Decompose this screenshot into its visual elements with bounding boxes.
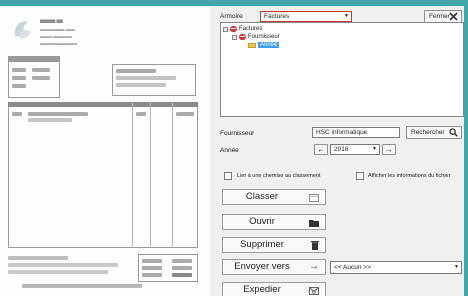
- tree-item-fournisseur[interactable]: − Fournisseur: [232, 33, 280, 41]
- line-items-table: [8, 102, 198, 248]
- table-column-divider: [150, 102, 151, 248]
- blurred-address: ▃▃▃▃▃▃▃▃ ▃▃▃: [40, 26, 75, 31]
- fournisseur-value: HSC informatique: [316, 129, 368, 136]
- annee-value: 2016: [334, 146, 349, 153]
- next-year-button[interactable]: →: [382, 144, 396, 155]
- document-preview[interactable]: ▆▆▆▆▆ ▆▆ ▃▃▃▃▃▃▃▃ ▃▃▃ ▃▃▃▃ ▃▃▃▃▃▃ ▃▃▃▃▃▃…: [0, 6, 210, 296]
- fournisseur-label: Fournisseur: [220, 130, 255, 137]
- blurred-field: [116, 76, 176, 80]
- chevron-down-icon: ▼: [372, 146, 377, 152]
- red-drawer-icon: [239, 34, 246, 40]
- arrow-right-icon: →: [309, 261, 319, 272]
- chevron-down-icon: ▼: [454, 264, 459, 270]
- close-label: Fermer: [429, 13, 450, 20]
- invoice-page: ▆▆▆▆▆ ▆▆ ▃▃▃▃▃▃▃▃ ▃▃▃ ▃▃▃▃ ▃▃▃▃▃▃ ▃▃▃▃▃▃…: [0, 6, 210, 296]
- link-chemise-label: Lier à une chemise au classement: [237, 173, 321, 179]
- tree-item-label: Factures: [239, 26, 263, 32]
- blurred-address: ▃▃▃▃▃▃▃▃▃▃▃▃: [40, 40, 77, 45]
- classify-panel: Armoire Factures ▼ Fermer − Factures − F…: [210, 6, 464, 296]
- blurred-field: [172, 259, 192, 263]
- document-icon: [309, 194, 319, 202]
- blurred-field: [32, 76, 50, 80]
- supprimer-label: Supprimer: [240, 239, 284, 250]
- ouvrir-button[interactable]: Ouvrir: [222, 214, 326, 230]
- classer-label: Classer: [245, 191, 279, 202]
- folder-icon: [248, 42, 256, 48]
- window-frame-right: [464, 0, 468, 296]
- show-info-label: Afficher les informations du fichier: [368, 173, 451, 179]
- armoire-select[interactable]: Factures ▼: [260, 11, 352, 22]
- table-column-divider: [132, 102, 133, 248]
- trash-icon: [311, 241, 319, 250]
- tree-item-annee[interactable]: Année: [248, 41, 280, 49]
- folder-tree[interactable]: − Factures − Fournisseur Année: [220, 22, 464, 117]
- envoyer-label: Envoyer vers: [234, 261, 290, 272]
- ouvrir-label: Ouvrir: [249, 216, 275, 227]
- blurred-field: [172, 273, 192, 277]
- invoice-info-header: [8, 56, 60, 62]
- blurred-field: [172, 266, 192, 270]
- tree-item-factures[interactable]: − Factures: [223, 25, 262, 33]
- blurred-address: ▃▃▃▃ ▃▃▃▃▃▃: [40, 33, 72, 38]
- blurred-field: [136, 112, 146, 116]
- previous-year-button[interactable]: ←: [314, 144, 328, 155]
- blurred-field: [142, 266, 162, 270]
- company-logo-icon: [15, 21, 31, 39]
- blurred-field: [28, 118, 72, 122]
- expedier-label: Expedier: [243, 284, 281, 295]
- expedier-button[interactable]: Expedier: [222, 282, 326, 296]
- search-button[interactable]: Rechercher: [406, 126, 462, 139]
- arrow-right-icon: →: [385, 145, 393, 154]
- blurred-field: [12, 76, 26, 80]
- arrow-left-icon: ←: [317, 145, 325, 154]
- link-chemise-checkbox[interactable]: [224, 172, 232, 180]
- tree-item-label: Fournisseur: [248, 34, 280, 40]
- blurred-field: [12, 84, 26, 88]
- blurred-field: [28, 112, 88, 116]
- envelope-icon: [309, 287, 319, 295]
- annee-label: Année: [220, 147, 239, 154]
- supprimer-button[interactable]: Supprimer: [222, 237, 326, 253]
- blurred-field: [12, 68, 26, 72]
- blurred-company-name: ▆▆▆▆▆ ▆▆: [40, 18, 63, 23]
- blurred-field: [142, 259, 162, 263]
- blurred-field: [8, 256, 68, 260]
- table-header: [8, 102, 198, 107]
- red-drawer-icon: [230, 26, 237, 32]
- blurred-footer: [22, 284, 142, 288]
- fournisseur-input[interactable]: HSC informatique: [312, 127, 400, 138]
- show-info-checkbox[interactable]: [356, 172, 364, 180]
- armoire-label: Armoire: [220, 13, 243, 20]
- search-icon: [449, 128, 458, 137]
- blurred-field: [8, 270, 108, 274]
- blurred-field: [176, 112, 194, 116]
- classer-button[interactable]: Classer: [222, 189, 326, 205]
- envoyer-target-select[interactable]: << Aucun >> ▼: [330, 261, 462, 274]
- tree-item-label: Année: [258, 42, 280, 48]
- blurred-field: [116, 83, 166, 87]
- chevron-down-icon: ▼: [344, 13, 349, 19]
- annee-select[interactable]: 2016 ▼: [330, 144, 380, 155]
- collapse-icon[interactable]: −: [232, 34, 237, 40]
- close-icon: [449, 12, 458, 21]
- envoyer-target-value: << Aucun >>: [334, 264, 371, 271]
- table-column-divider: [172, 102, 173, 248]
- collapse-icon[interactable]: −: [223, 26, 228, 32]
- envoyer-vers-button[interactable]: Envoyer vers →: [222, 259, 326, 275]
- armoire-value: Factures: [264, 13, 290, 20]
- blurred-field: [32, 68, 50, 72]
- blurred-field: [8, 263, 118, 267]
- blurred-field: [12, 112, 22, 116]
- folder-open-icon: [309, 220, 319, 227]
- search-label: Rechercher: [411, 129, 445, 136]
- blurred-field: [142, 273, 162, 277]
- blurred-field: [116, 69, 156, 73]
